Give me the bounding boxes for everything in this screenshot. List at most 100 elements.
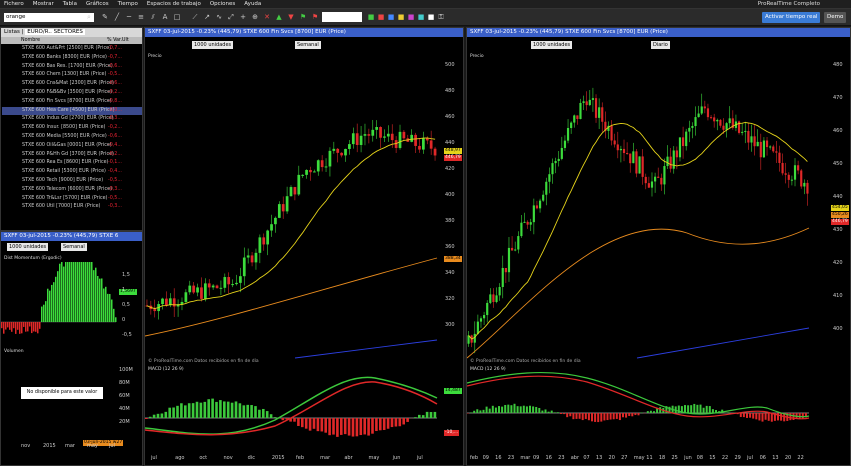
list-item[interactable]: STXE 600 Fin Svcs [8700] EUR (Price) -0,8… [2, 98, 142, 107]
flag-green-icon[interactable]: ⚑ [298, 12, 308, 22]
macd-hist-bar [702, 407, 705, 413]
right-x-tick: 22 [721, 455, 729, 461]
candle [666, 156, 669, 167]
list-item[interactable]: STXE 600 Retail [5300] EUR (Price) -0,4..… [2, 168, 142, 177]
candle [753, 136, 756, 147]
menu-item-tabla[interactable]: Tabla [63, 1, 77, 7]
macd-hist-bar [180, 403, 183, 418]
list-item[interactable]: STXE 600 Tr&Lsr [5700] EUR (Price) -0,5..… [2, 195, 142, 204]
demo-button[interactable]: Demo [824, 12, 847, 23]
color-red-icon[interactable]: ■ [376, 12, 386, 22]
color-blue-icon[interactable]: ■ [386, 12, 396, 22]
delete-tool-icon[interactable]: ✕ [262, 12, 272, 22]
color-purple-icon[interactable]: ■ [406, 12, 416, 22]
color-white-icon[interactable]: ■ [426, 12, 436, 22]
pencil-icon[interactable]: ✎ [100, 12, 110, 22]
list-item[interactable]: STXE 600 Util [7000] EUR (Price) -0,3... [2, 203, 142, 212]
left-units-select[interactable]: 1000 unidades [192, 41, 234, 49]
candle [473, 333, 476, 343]
osc-bar [107, 293, 109, 322]
arrow-tool-icon[interactable]: ↗ [202, 12, 212, 22]
left-y-tick: 360 [445, 244, 455, 250]
small-period-select[interactable]: Semanal [61, 243, 87, 251]
right-x-tick: 11 [646, 455, 653, 461]
cross-tool-icon[interactable]: + [238, 12, 248, 22]
list-item[interactable]: STXE 600 Chem [1300] EUR (Price) -0,5... [2, 71, 142, 80]
flag-red-icon[interactable]: ⚑ [310, 12, 320, 22]
macd-hist-bar [758, 413, 761, 421]
candle [750, 136, 753, 143]
menu-item-graficos[interactable]: Gráficos [86, 1, 109, 7]
list-item[interactable]: STXE 600 Aut&Prt [2500] EUR (Price) -0,7.… [2, 45, 142, 54]
small-units-select[interactable]: 1000 unidades [7, 243, 49, 251]
candle [797, 165, 800, 171]
list-item[interactable]: STXE 600 P&Hh Gd [3700] EUR (Price) -0,2.… [2, 151, 142, 160]
candle [644, 176, 647, 184]
menu-item-mostrar[interactable]: Mostrar [33, 1, 54, 7]
macd-hist-bar [746, 413, 748, 418]
list-item[interactable]: STXE 600 Banks [8300] EUR (Price) -0,7... [2, 54, 142, 63]
candle [231, 284, 234, 286]
color-green-icon[interactable]: ■ [366, 12, 376, 22]
osc-bar [11, 322, 13, 332]
candle [510, 247, 514, 251]
col-name-header[interactable]: Nombre [21, 37, 40, 44]
list-item[interactable]: STXE 600 Hea Care [4500] EUR (Price) -0,0… [2, 106, 142, 116]
trend-tool-icon[interactable]: ⟋ [190, 12, 200, 22]
buy-arrow-icon[interactable]: ▲ [274, 12, 284, 22]
text-tool-icon[interactable]: A [160, 12, 170, 22]
color-cyan-icon[interactable]: ■ [416, 12, 426, 22]
candle [765, 140, 769, 148]
macd-hist-bar [363, 418, 366, 435]
candle [688, 127, 691, 132]
color-picker[interactable] [322, 12, 362, 22]
search-input[interactable]: orange [4, 13, 94, 22]
list-selector[interactable]: EURO/R.. SECTORES [25, 29, 85, 35]
macd-hist-bar [687, 405, 690, 413]
col-var-header[interactable]: % Var.Ult [107, 37, 129, 44]
macd-hist-bar [433, 411, 437, 418]
shape-tool-icon[interactable]: □ [172, 12, 182, 22]
list-item[interactable]: STXE 600 Tech [9000] EUR (Price) -0,5... [2, 177, 142, 186]
candle [650, 181, 654, 188]
color-yellow-icon[interactable]: ■ [396, 12, 406, 22]
list-item[interactable]: STXE 600 Media [5500] EUR (Price) -0,6... [2, 133, 142, 142]
line-tool-icon[interactable]: ╱ [112, 12, 122, 22]
right-x-tick: 09 [482, 455, 489, 461]
sell-arrow-icon[interactable]: ▼ [286, 12, 296, 22]
osc-bar [53, 282, 55, 322]
lock-icon[interactable]: ⚿ [436, 12, 446, 22]
menu-item-espacios[interactable]: Espacios de trabajo [147, 1, 201, 7]
list-item[interactable]: STXE 600 Oil&Gas [0001] EUR (Price) -0,4.… [2, 142, 142, 151]
zoom-tool-icon[interactable]: ⊕ [250, 12, 260, 22]
left-period-select[interactable]: Semanal [295, 41, 321, 49]
fib-tool-icon[interactable]: ≡ [136, 12, 146, 22]
list-item[interactable]: STXE 600 Insur. [8500] EUR (Price) -0,2..… [2, 124, 142, 133]
channel-tool-icon[interactable]: ⫽ [148, 12, 158, 22]
candle [775, 151, 778, 153]
list-item[interactable]: STXE 600 Cns&Mat [2300] EUR (Price) -0,6.… [2, 80, 142, 89]
menu-item-tiempo[interactable]: Tiempo [118, 1, 138, 7]
hline-tool-icon[interactable]: ─ [124, 12, 134, 22]
list-item[interactable]: STXE 600 F&B&Bv [3500] EUR (Price) -0,2..… [2, 89, 142, 98]
right-period-select[interactable]: Diario [651, 41, 670, 49]
list-item[interactable]: STXE 600 Indus Gd [2700] EUR (Price) -0,3… [2, 115, 142, 124]
menu-item-opciones[interactable]: Opciones [210, 1, 235, 7]
search-icon[interactable]: ⌕ [84, 12, 94, 22]
ray-tool-icon[interactable]: ⤢ [226, 12, 236, 22]
candle [551, 163, 554, 175]
candle [616, 144, 619, 151]
macd-hist-bar [479, 410, 482, 413]
macd-hist-bar [184, 405, 187, 418]
list-item[interactable]: STXE 600 Rea Es [8600] EUR (Price) -0,1..… [2, 159, 142, 168]
osc-bar [15, 322, 17, 334]
activate-realtime-button[interactable]: Activar tiempo real [762, 12, 821, 23]
right-units-select[interactable]: 1000 unidades [531, 41, 573, 49]
list-item[interactable]: STXE 600 Telecom [6000] EUR (Price) -0,3.… [2, 186, 142, 195]
candle [675, 150, 678, 158]
macd-hist-bar [382, 418, 386, 430]
menu-item-ayuda[interactable]: Ayuda [244, 1, 261, 7]
menu-item-fichero[interactable]: Fichero [4, 1, 24, 7]
list-item[interactable]: STXE 600 Bas Res. [1700] EUR (Price) -0,6… [2, 63, 142, 72]
wave-tool-icon[interactable]: ∿ [214, 12, 224, 22]
